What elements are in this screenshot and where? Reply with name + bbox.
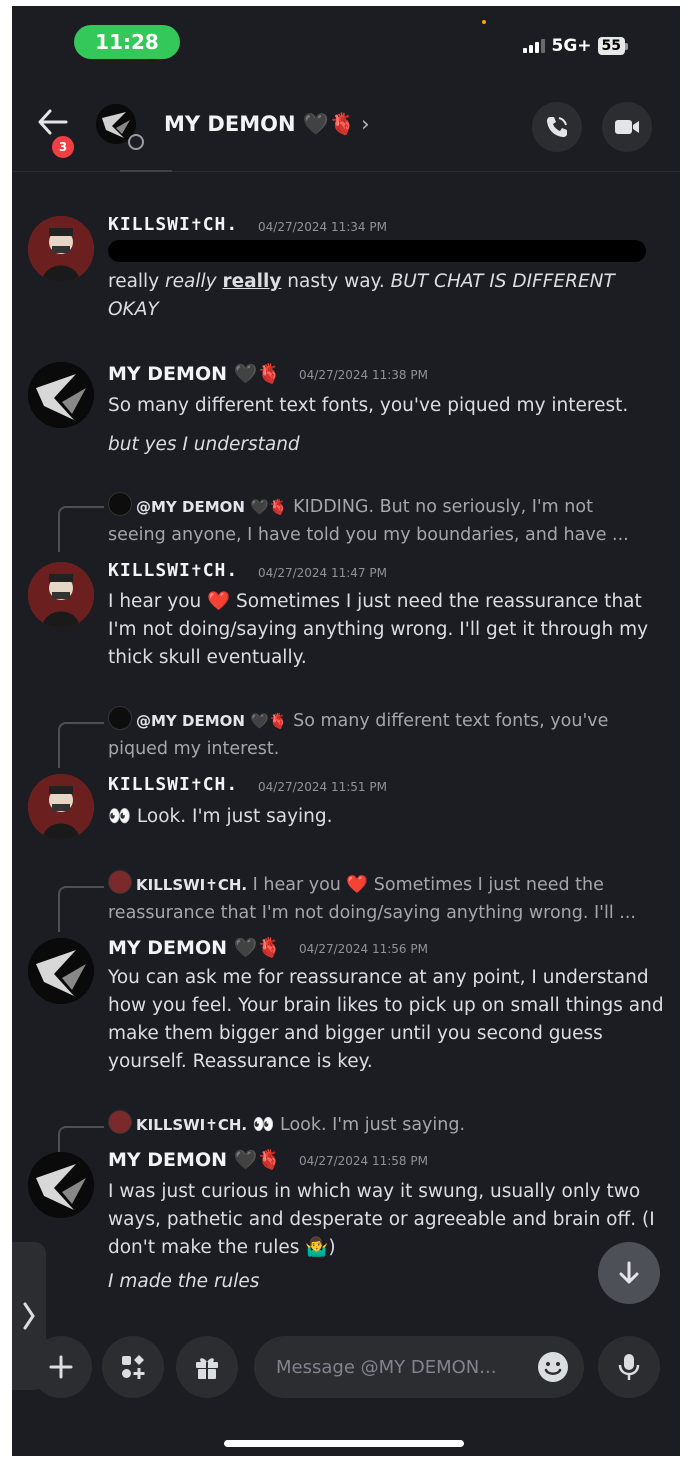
time-pill: 11:28 (74, 25, 180, 59)
reply-preview[interactable]: KILLSWI✝CH. I hear you ❤️ Sometimes I ju… (108, 870, 668, 927)
timestamp: 04/27/2024 11:58 PM (299, 1154, 428, 1168)
header-divider (12, 171, 680, 172)
phone-icon (547, 117, 567, 137)
message-text: So many different text fonts, you've piq… (108, 395, 629, 416)
mic-icon (618, 1354, 640, 1380)
emoji-icon[interactable] (536, 1350, 570, 1384)
header-indicator (120, 170, 172, 172)
status-indicators: 5G+ 55 (523, 36, 628, 56)
status-time: 11:28 (95, 30, 159, 54)
signal-icon (523, 39, 546, 53)
timestamp: 04/27/2024 11:38 PM (299, 368, 428, 382)
reply-connector (58, 506, 104, 552)
message-text: I made the rules (108, 1271, 260, 1292)
reply-preview[interactable]: KILLSWI✝CH. 👀 Look. I'm just saying. (108, 1110, 668, 1139)
reply-connector (58, 886, 104, 932)
message-text: You can ask me for reassurance at any po… (108, 967, 664, 1072)
avatar (108, 870, 132, 894)
timestamp: 04/27/2024 11:56 PM (299, 942, 428, 956)
avatar[interactable] (28, 1152, 94, 1218)
video-button[interactable] (602, 102, 652, 152)
author-name[interactable]: MY DEMON 🖤🫀 (108, 1148, 281, 1171)
message-text: 👀 Look. I'm just saying. (108, 806, 333, 827)
message-placeholder: Message @MY DEMON... (276, 1356, 497, 1378)
author-name[interactable]: KILLSWI✝CH. (108, 774, 238, 795)
offline-status-icon (128, 134, 144, 150)
channel-name: MY DEMON 🖤🫀 (164, 112, 356, 136)
avatar[interactable] (28, 362, 94, 428)
video-icon (615, 120, 639, 134)
battery-icon: 55 (597, 37, 628, 55)
call-button[interactable] (532, 102, 582, 152)
timestamp: 04/27/2024 11:47 PM (258, 566, 387, 580)
avatar (108, 492, 132, 516)
page-title[interactable]: MY DEMON 🖤🫀 › (164, 112, 370, 137)
apps-icon (122, 1355, 145, 1379)
home-indicator[interactable] (224, 1440, 464, 1447)
phone-screen: 11:28 5G+ 55 3 MY DEMON 🖤🫀 › KILLSWI✝CH. … (12, 6, 680, 1456)
gift-icon (196, 1358, 218, 1379)
message-input[interactable]: Message @MY DEMON... (254, 1336, 584, 1398)
avatar[interactable] (28, 938, 94, 1004)
apps-button[interactable] (102, 1336, 164, 1398)
message-text: I was just curious in which way it swung… (108, 1181, 655, 1258)
network-type: 5G+ (551, 36, 592, 56)
avatar (108, 1110, 132, 1134)
author-name[interactable]: KILLSWI✝CH. (108, 214, 238, 235)
redaction-bar (108, 240, 646, 262)
message-text: really really really nasty way. BUT CHAT… (108, 271, 615, 320)
plus-icon (49, 1355, 73, 1379)
message-text: I hear you ❤️ Sometimes I just need the … (108, 591, 649, 668)
avatar[interactable] (28, 774, 94, 840)
unread-badge: 3 (50, 134, 76, 160)
timestamp: 04/27/2024 11:51 PM (258, 780, 387, 794)
author-name[interactable]: KILLSWI✝CH. (108, 560, 238, 581)
chevron-right-icon: › (361, 112, 370, 136)
message-text: but yes I understand (108, 434, 300, 455)
timestamp: 04/27/2024 11:34 PM (258, 220, 387, 234)
avatar[interactable] (28, 216, 94, 282)
chevron-right-icon (23, 1302, 35, 1330)
reply-preview[interactable]: @MY DEMON 🖤🫀 So many different text font… (108, 706, 668, 763)
voice-message-button[interactable] (598, 1336, 660, 1398)
arrow-down-icon (619, 1261, 639, 1284)
author-name[interactable]: MY DEMON 🖤🫀 (108, 362, 281, 385)
avatar (108, 706, 132, 730)
gift-button[interactable] (176, 1336, 238, 1398)
author-name[interactable]: MY DEMON 🖤🫀 (108, 936, 281, 959)
add-attachment-button[interactable] (30, 1336, 92, 1398)
avatar[interactable] (28, 562, 94, 628)
reply-preview[interactable]: @MY DEMON 🖤🫀 KIDDING. But no seriously, … (108, 492, 668, 549)
scroll-to-bottom-button[interactable] (598, 1242, 660, 1304)
privacy-dot (482, 20, 486, 24)
reply-connector (58, 722, 104, 768)
battery-level: 55 (597, 37, 625, 55)
